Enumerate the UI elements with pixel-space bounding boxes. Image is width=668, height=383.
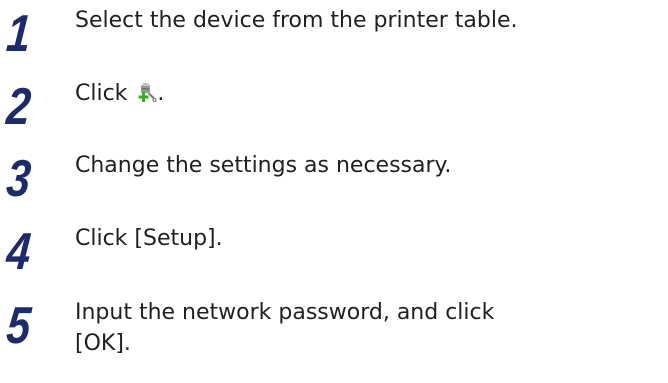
- instruction-steps: 1 Select the device from the printer tab…: [0, 0, 668, 383]
- step-number: 1: [4, 5, 33, 63]
- step-text: Click [Setup].: [75, 226, 223, 251]
- step-text: Click .: [75, 78, 665, 109]
- step-number: 4: [4, 223, 33, 281]
- step-text-before-icon: Click: [75, 81, 128, 106]
- step-text: Change the settings as necessary.: [75, 153, 452, 178]
- step-number: 2: [4, 78, 33, 136]
- step-text-line-2: [OK].: [75, 331, 131, 356]
- step-text: Input the network password, and click [O…: [75, 297, 665, 359]
- step-number: 5: [4, 297, 33, 355]
- step-number: 3: [4, 150, 33, 208]
- device-settings-tool-icon: [138, 82, 158, 104]
- step-text-line-1: Input the network password, and click: [75, 300, 495, 325]
- step-text-after-icon: .: [157, 81, 165, 106]
- step-text: Select the device from the printer table…: [75, 8, 518, 33]
